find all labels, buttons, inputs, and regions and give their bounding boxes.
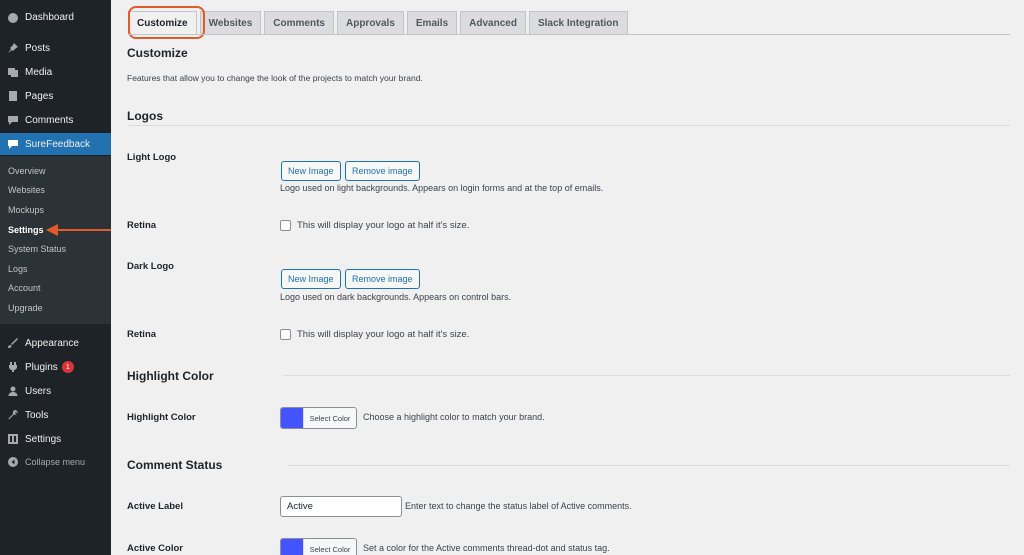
- active-label-label: Active Label: [127, 501, 183, 512]
- active-color-help: Set a color for the Active comments thre…: [363, 543, 610, 553]
- active-label-help: Enter text to change the status label of…: [405, 501, 632, 511]
- sidebar-item-media[interactable]: Media: [0, 61, 111, 83]
- collapse-menu-label: Collapse menu: [25, 457, 86, 467]
- dark-retina-checkbox[interactable]: [280, 329, 291, 340]
- dark-logo-help: Logo used on dark backgrounds. Appears o…: [280, 292, 512, 302]
- sidebar-item-tools[interactable]: Tools: [0, 404, 111, 426]
- sidebar-item-appearance[interactable]: Appearance: [0, 332, 111, 354]
- brush-icon: [7, 337, 19, 349]
- submenu-item-logs[interactable]: Logs: [8, 264, 28, 274]
- plugin-icon: [7, 361, 19, 373]
- sidebar-item-label: Media: [25, 66, 53, 78]
- annotation-arrow-icon: [46, 224, 112, 236]
- page-icon: [7, 90, 19, 102]
- logos-heading: Logos: [127, 109, 163, 123]
- sidebar-item-label: Settings: [25, 433, 62, 445]
- sidebar-item-settings[interactable]: Settings: [0, 428, 111, 450]
- sidebar-item-label: SureFeedback: [25, 138, 91, 150]
- dark-logo-label: Dark Logo: [127, 261, 174, 272]
- submenu-item-account[interactable]: Account: [8, 283, 41, 293]
- sidebar-item-surefeedback[interactable]: SureFeedback: [0, 133, 111, 155]
- active-color-picker[interactable]: Select Color: [280, 538, 357, 555]
- retina-label: Retina: [127, 220, 157, 231]
- user-icon: [7, 385, 19, 397]
- section-divider: [283, 375, 1010, 376]
- section-divider: [127, 125, 1010, 126]
- light-new-image-button[interactable]: New Image: [281, 161, 341, 181]
- tab-approvals[interactable]: Approvals: [336, 11, 404, 35]
- light-remove-image-button[interactable]: Remove image: [345, 161, 420, 181]
- sidebar-item-posts[interactable]: Posts: [0, 37, 111, 59]
- section-divider: [288, 465, 1010, 466]
- sidebar-item-label: Dashboard: [25, 11, 74, 23]
- sidebar-item-pages[interactable]: Pages: [0, 85, 111, 107]
- light-logo-label: Light Logo: [127, 152, 177, 163]
- light-retina-checkbox-label: This will display your logo at half it's…: [297, 220, 470, 231]
- comment-icon: [7, 114, 19, 126]
- active-color-swatch: [281, 539, 303, 555]
- tab-emails[interactable]: Emails: [406, 11, 458, 35]
- plugins-update-badge: 1: [61, 361, 74, 373]
- settings-icon: [7, 433, 19, 445]
- active-color-label: Active Color: [127, 543, 183, 554]
- select-color-label: Select Color: [303, 408, 356, 428]
- tab-slack-integration[interactable]: Slack Integration: [528, 11, 628, 35]
- dark-new-image-button[interactable]: New Image: [281, 269, 341, 289]
- sidebar-item-label: Pages: [25, 90, 54, 102]
- collapse-arrow-icon: [7, 456, 19, 468]
- tab-advanced[interactable]: Advanced: [460, 11, 526, 35]
- surefeedback-submenu: Overview Websites Mockups Settings Syste…: [0, 156, 111, 324]
- admin-sidebar: Dashboard Posts Media Pages Comments Sur…: [0, 0, 111, 555]
- active-label-input[interactable]: [280, 496, 402, 517]
- feedback-icon: [7, 138, 19, 150]
- submenu-item-upgrade[interactable]: Upgrade: [8, 303, 43, 313]
- highlight-color-label: Highlight Color: [127, 412, 196, 423]
- highlight-color-picker[interactable]: Select Color: [280, 407, 357, 429]
- dark-retina-checkbox-label: This will display your logo at half it's…: [297, 329, 470, 340]
- sidebar-item-label: Appearance: [25, 337, 79, 349]
- submenu-item-websites[interactable]: Websites: [8, 185, 45, 195]
- tab-websites[interactable]: Websites: [199, 11, 262, 35]
- tab-customize[interactable]: Customize: [128, 11, 197, 35]
- sidebar-item-label: Posts: [25, 42, 51, 54]
- settings-main-content: Customize Websites Comments Approvals Em…: [111, 0, 1024, 555]
- submenu-item-overview[interactable]: Overview: [8, 166, 46, 176]
- dark-remove-image-button[interactable]: Remove image: [345, 269, 420, 289]
- customize-heading: Customize: [127, 46, 188, 60]
- submenu-item-system-status[interactable]: System Status: [8, 244, 66, 254]
- tabs-divider: [128, 34, 1010, 35]
- sidebar-item-label: Plugins: [25, 361, 58, 373]
- customize-description: Features that allow you to change the lo…: [127, 73, 423, 83]
- pin-icon: [7, 42, 19, 54]
- highlight-color-swatch: [281, 408, 303, 428]
- settings-tabs: Customize Websites Comments Approvals Em…: [128, 11, 631, 35]
- highlight-color-heading: Highlight Color: [127, 369, 214, 383]
- wrench-icon: [7, 409, 19, 421]
- dashboard-icon: [7, 11, 19, 23]
- media-icon: [7, 66, 19, 78]
- retina-label: Retina: [127, 329, 157, 340]
- sidebar-item-plugins[interactable]: Plugins 1: [0, 356, 111, 378]
- comment-status-heading: Comment Status: [127, 458, 223, 472]
- sidebar-item-comments[interactable]: Comments: [0, 109, 111, 131]
- sidebar-item-dashboard[interactable]: Dashboard: [0, 6, 111, 28]
- submenu-item-settings[interactable]: Settings: [8, 225, 44, 235]
- sidebar-item-label: Users: [25, 385, 52, 397]
- submenu-item-mockups[interactable]: Mockups: [8, 205, 44, 215]
- collapse-menu-button[interactable]: Collapse menu: [0, 451, 111, 473]
- sidebar-item-label: Comments: [25, 114, 74, 126]
- light-retina-checkbox[interactable]: [280, 220, 291, 231]
- tab-comments[interactable]: Comments: [264, 11, 334, 35]
- select-color-label: Select Color: [303, 539, 356, 555]
- sidebar-item-label: Tools: [25, 409, 49, 421]
- highlight-color-help: Choose a highlight color to match your b…: [363, 412, 545, 422]
- light-logo-help: Logo used on light backgrounds. Appears …: [280, 183, 604, 193]
- sidebar-item-users[interactable]: Users: [0, 380, 111, 402]
